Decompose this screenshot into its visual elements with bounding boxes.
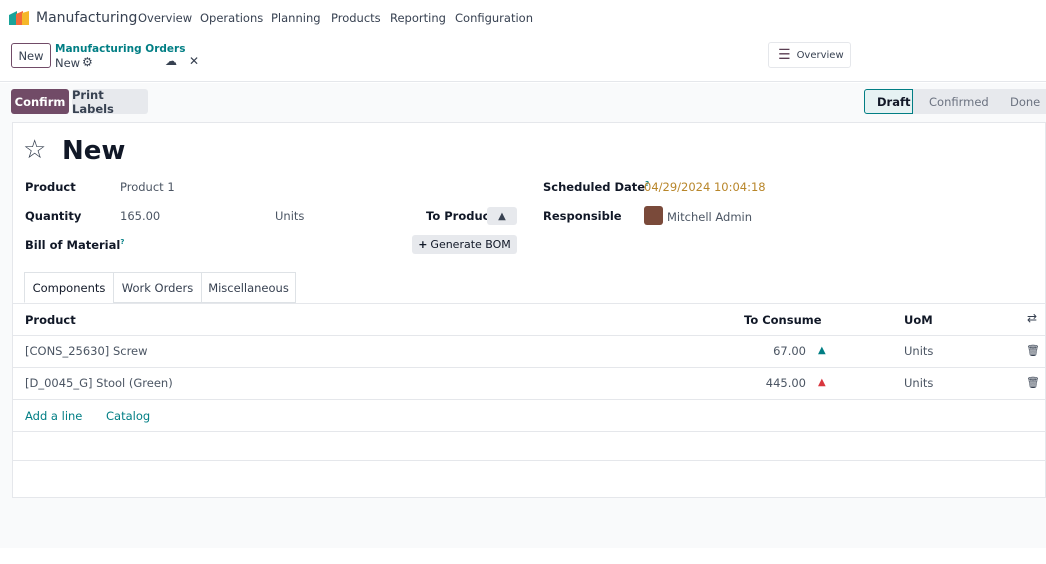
menu-overview[interactable]: Overview — [138, 11, 192, 25]
forecast-chart-icon[interactable]: ▲ — [818, 345, 826, 356]
top-navbar: Manufacturing Overview Operations Planni… — [0, 0, 1046, 36]
row-to-consume[interactable]: 445.00 — [706, 376, 806, 390]
discard-icon[interactable]: ✕ — [189, 54, 199, 68]
product-label: Product — [25, 180, 76, 194]
add-line-link[interactable]: Add a line — [25, 409, 82, 423]
optional-columns-icon[interactable]: ⇄ — [1027, 311, 1037, 325]
trash-icon[interactable]: 🗑 — [1026, 344, 1040, 357]
responsible-field[interactable]: Mitchell Admin — [667, 210, 752, 224]
trash-icon[interactable]: 🗑 — [1026, 376, 1040, 389]
catalog-link[interactable]: Catalog — [106, 409, 150, 423]
menu-products[interactable]: Products — [331, 11, 381, 25]
favorite-star-icon[interactable]: ☆ — [23, 135, 46, 165]
tab-components[interactable]: Components — [24, 272, 114, 303]
tab-work-orders[interactable]: Work Orders — [113, 272, 202, 303]
menu-reporting[interactable]: Reporting — [390, 11, 446, 25]
cloud-save-icon[interactable]: ☁ — [165, 54, 177, 68]
new-button[interactable]: New — [11, 43, 51, 68]
scheduled-date-label: Scheduled Date? — [543, 180, 650, 194]
forecast-chart-icon[interactable]: ▲ — [818, 377, 826, 388]
quantity-label: Quantity — [25, 209, 82, 223]
hamburger-icon: ☰ — [778, 47, 791, 63]
stage-confirmed[interactable]: Confirmed — [913, 89, 1002, 114]
app-name[interactable]: Manufacturing — [36, 10, 137, 26]
responsible-label: Responsible — [543, 209, 622, 223]
bom-label: Bill of Material? — [25, 238, 125, 252]
confirm-button[interactable]: Confirm — [11, 89, 69, 114]
tab-miscellaneous[interactable]: Miscellaneous — [201, 272, 296, 303]
row-product[interactable]: [D_0045_G] Stool (Green) — [25, 376, 173, 390]
forecast-chart-icon[interactable]: ▲ — [487, 207, 517, 225]
stage-draft[interactable]: Draft — [864, 89, 913, 114]
row-to-consume[interactable]: 67.00 — [706, 344, 806, 358]
row-uom[interactable]: Units — [904, 344, 933, 358]
row-uom[interactable]: Units — [904, 376, 933, 390]
quantity-field[interactable]: 165.00 — [120, 209, 160, 223]
menu-planning[interactable]: Planning — [271, 11, 321, 25]
menu-configuration[interactable]: Configuration — [455, 11, 533, 25]
overview-button[interactable]: ☰ Overview — [768, 42, 851, 68]
quantity-uom[interactable]: Units — [275, 209, 304, 223]
stage-done[interactable]: Done — [1002, 89, 1046, 114]
overview-label: Overview — [796, 49, 844, 61]
scheduled-date-field[interactable]: 04/29/2024 10:04:18 — [644, 180, 766, 194]
status-bar: Draft Confirmed Done — [864, 89, 1046, 114]
divider — [12, 399, 1046, 400]
record-title[interactable]: New — [62, 136, 125, 166]
divider — [12, 431, 1046, 432]
menu-operations[interactable]: Operations — [200, 11, 263, 25]
divider — [12, 367, 1046, 368]
plus-icon: + — [418, 238, 428, 251]
divider — [12, 303, 1046, 304]
generate-bom-button[interactable]: + Generate BOM — [412, 235, 517, 254]
product-field[interactable]: Product 1 — [120, 180, 175, 194]
avatar — [644, 206, 663, 225]
manufacturing-app-logo[interactable] — [9, 11, 29, 25]
divider — [12, 335, 1046, 336]
print-labels-button[interactable]: Print Labels — [72, 88, 148, 116]
col-uom[interactable]: UoM — [904, 313, 933, 327]
breadcrumb-current: New — [55, 56, 81, 70]
form-sheet — [12, 122, 1046, 498]
col-to-consume[interactable]: To Consume — [744, 313, 822, 327]
col-product[interactable]: Product — [25, 313, 76, 327]
row-product[interactable]: [CONS_25630] Screw — [25, 344, 148, 358]
gear-icon[interactable]: ⚙ — [82, 55, 93, 69]
generate-bom-label: Generate BOM — [430, 238, 511, 251]
divider — [12, 460, 1046, 461]
